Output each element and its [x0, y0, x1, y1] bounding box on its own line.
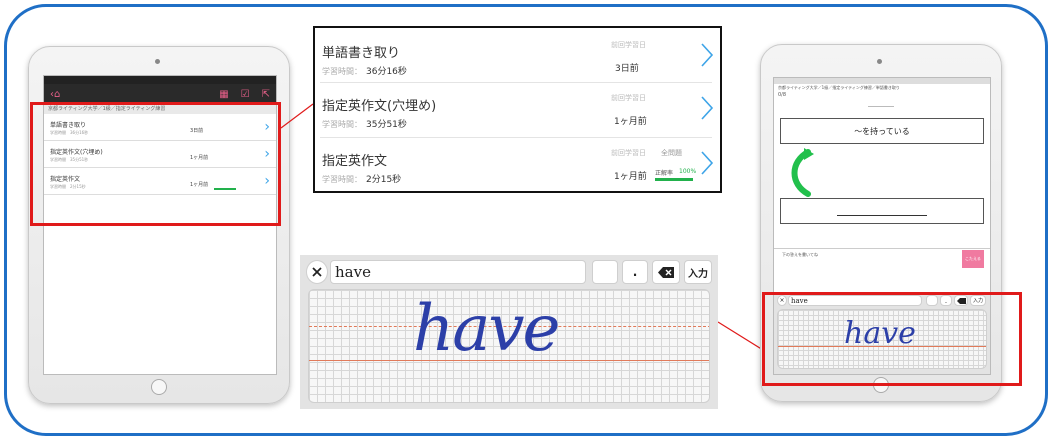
answer-box[interactable] — [780, 198, 984, 224]
last-study-label: 前回学習日 — [611, 94, 646, 102]
prompt-box: ～を持っている — [780, 118, 984, 144]
item-time: 学習時間： 36分16秒 — [322, 67, 407, 77]
clear-button[interactable] — [306, 260, 328, 284]
hint-label: 下の答えを書いてね — [782, 252, 818, 257]
breadcrumb: 京都ライティング大学／1級／指定ライティング練習／単語書き取り — [778, 85, 900, 90]
item-title: 単語書き取り — [322, 46, 401, 61]
handwriting-stroke: have — [413, 292, 560, 366]
close-icon — [312, 267, 322, 277]
all-questions-label: 全問題 — [661, 149, 682, 157]
highlight-box-right — [762, 292, 1022, 386]
text-input[interactable]: have — [330, 260, 586, 284]
list-item[interactable]: 単語書き取り 学習時間： 36分16秒 前回学習日 3日前 — [315, 28, 720, 82]
item-time: 学習時間： 35分51秒 — [322, 120, 407, 130]
backspace-button[interactable] — [652, 260, 680, 284]
answer-blank — [837, 214, 927, 216]
last-study-label: 前回学習日 — [611, 149, 646, 157]
status-bar — [774, 78, 990, 84]
list-item[interactable]: 指定英作文 学習時間： 2分15秒 前回学習日 全問題 1ヶ月前 正解率 100% — [315, 138, 720, 192]
chevron-right-icon[interactable] — [700, 150, 714, 176]
period-key[interactable]: . — [622, 260, 648, 284]
backspace-icon — [658, 266, 674, 278]
handwriting-pad: have . 入力 have — [300, 255, 718, 409]
item-title: 指定英作文 — [322, 154, 388, 169]
chevron-right-icon[interactable] — [700, 42, 714, 68]
blank-key[interactable] — [592, 260, 618, 284]
chevron-right-icon[interactable] — [700, 95, 714, 121]
divider — [868, 106, 894, 107]
writing-area[interactable]: have — [308, 289, 710, 403]
arrow-icon — [791, 148, 814, 197]
question-counter: 0/8 — [778, 92, 787, 98]
enlarged-list: 単語書き取り 学習時間： 36分16秒 前回学習日 3日前 指定英作文(穴埋め) … — [313, 26, 722, 193]
accuracy-value: 100% — [679, 168, 697, 175]
item-title: 指定英作文(穴埋め) — [322, 99, 437, 114]
item-time: 学習時間： 2分15秒 — [322, 175, 402, 185]
list-item[interactable]: 指定英作文(穴埋め) 学習時間： 35分51秒 前回学習日 1ヶ月前 — [315, 83, 720, 137]
accuracy-label: 正解率 — [655, 170, 674, 177]
last-study-value: 1ヶ月前 — [614, 172, 647, 182]
submit-button[interactable]: こたえる — [962, 250, 984, 268]
last-study-label: 前回学習日 — [611, 41, 646, 49]
progress-bar — [655, 178, 693, 181]
last-study-value: 1ヶ月前 — [614, 117, 647, 127]
camera-dot — [877, 59, 882, 64]
divider — [774, 248, 990, 249]
last-study-value: 3日前 — [615, 64, 639, 74]
enter-button[interactable]: 入力 — [684, 260, 712, 284]
